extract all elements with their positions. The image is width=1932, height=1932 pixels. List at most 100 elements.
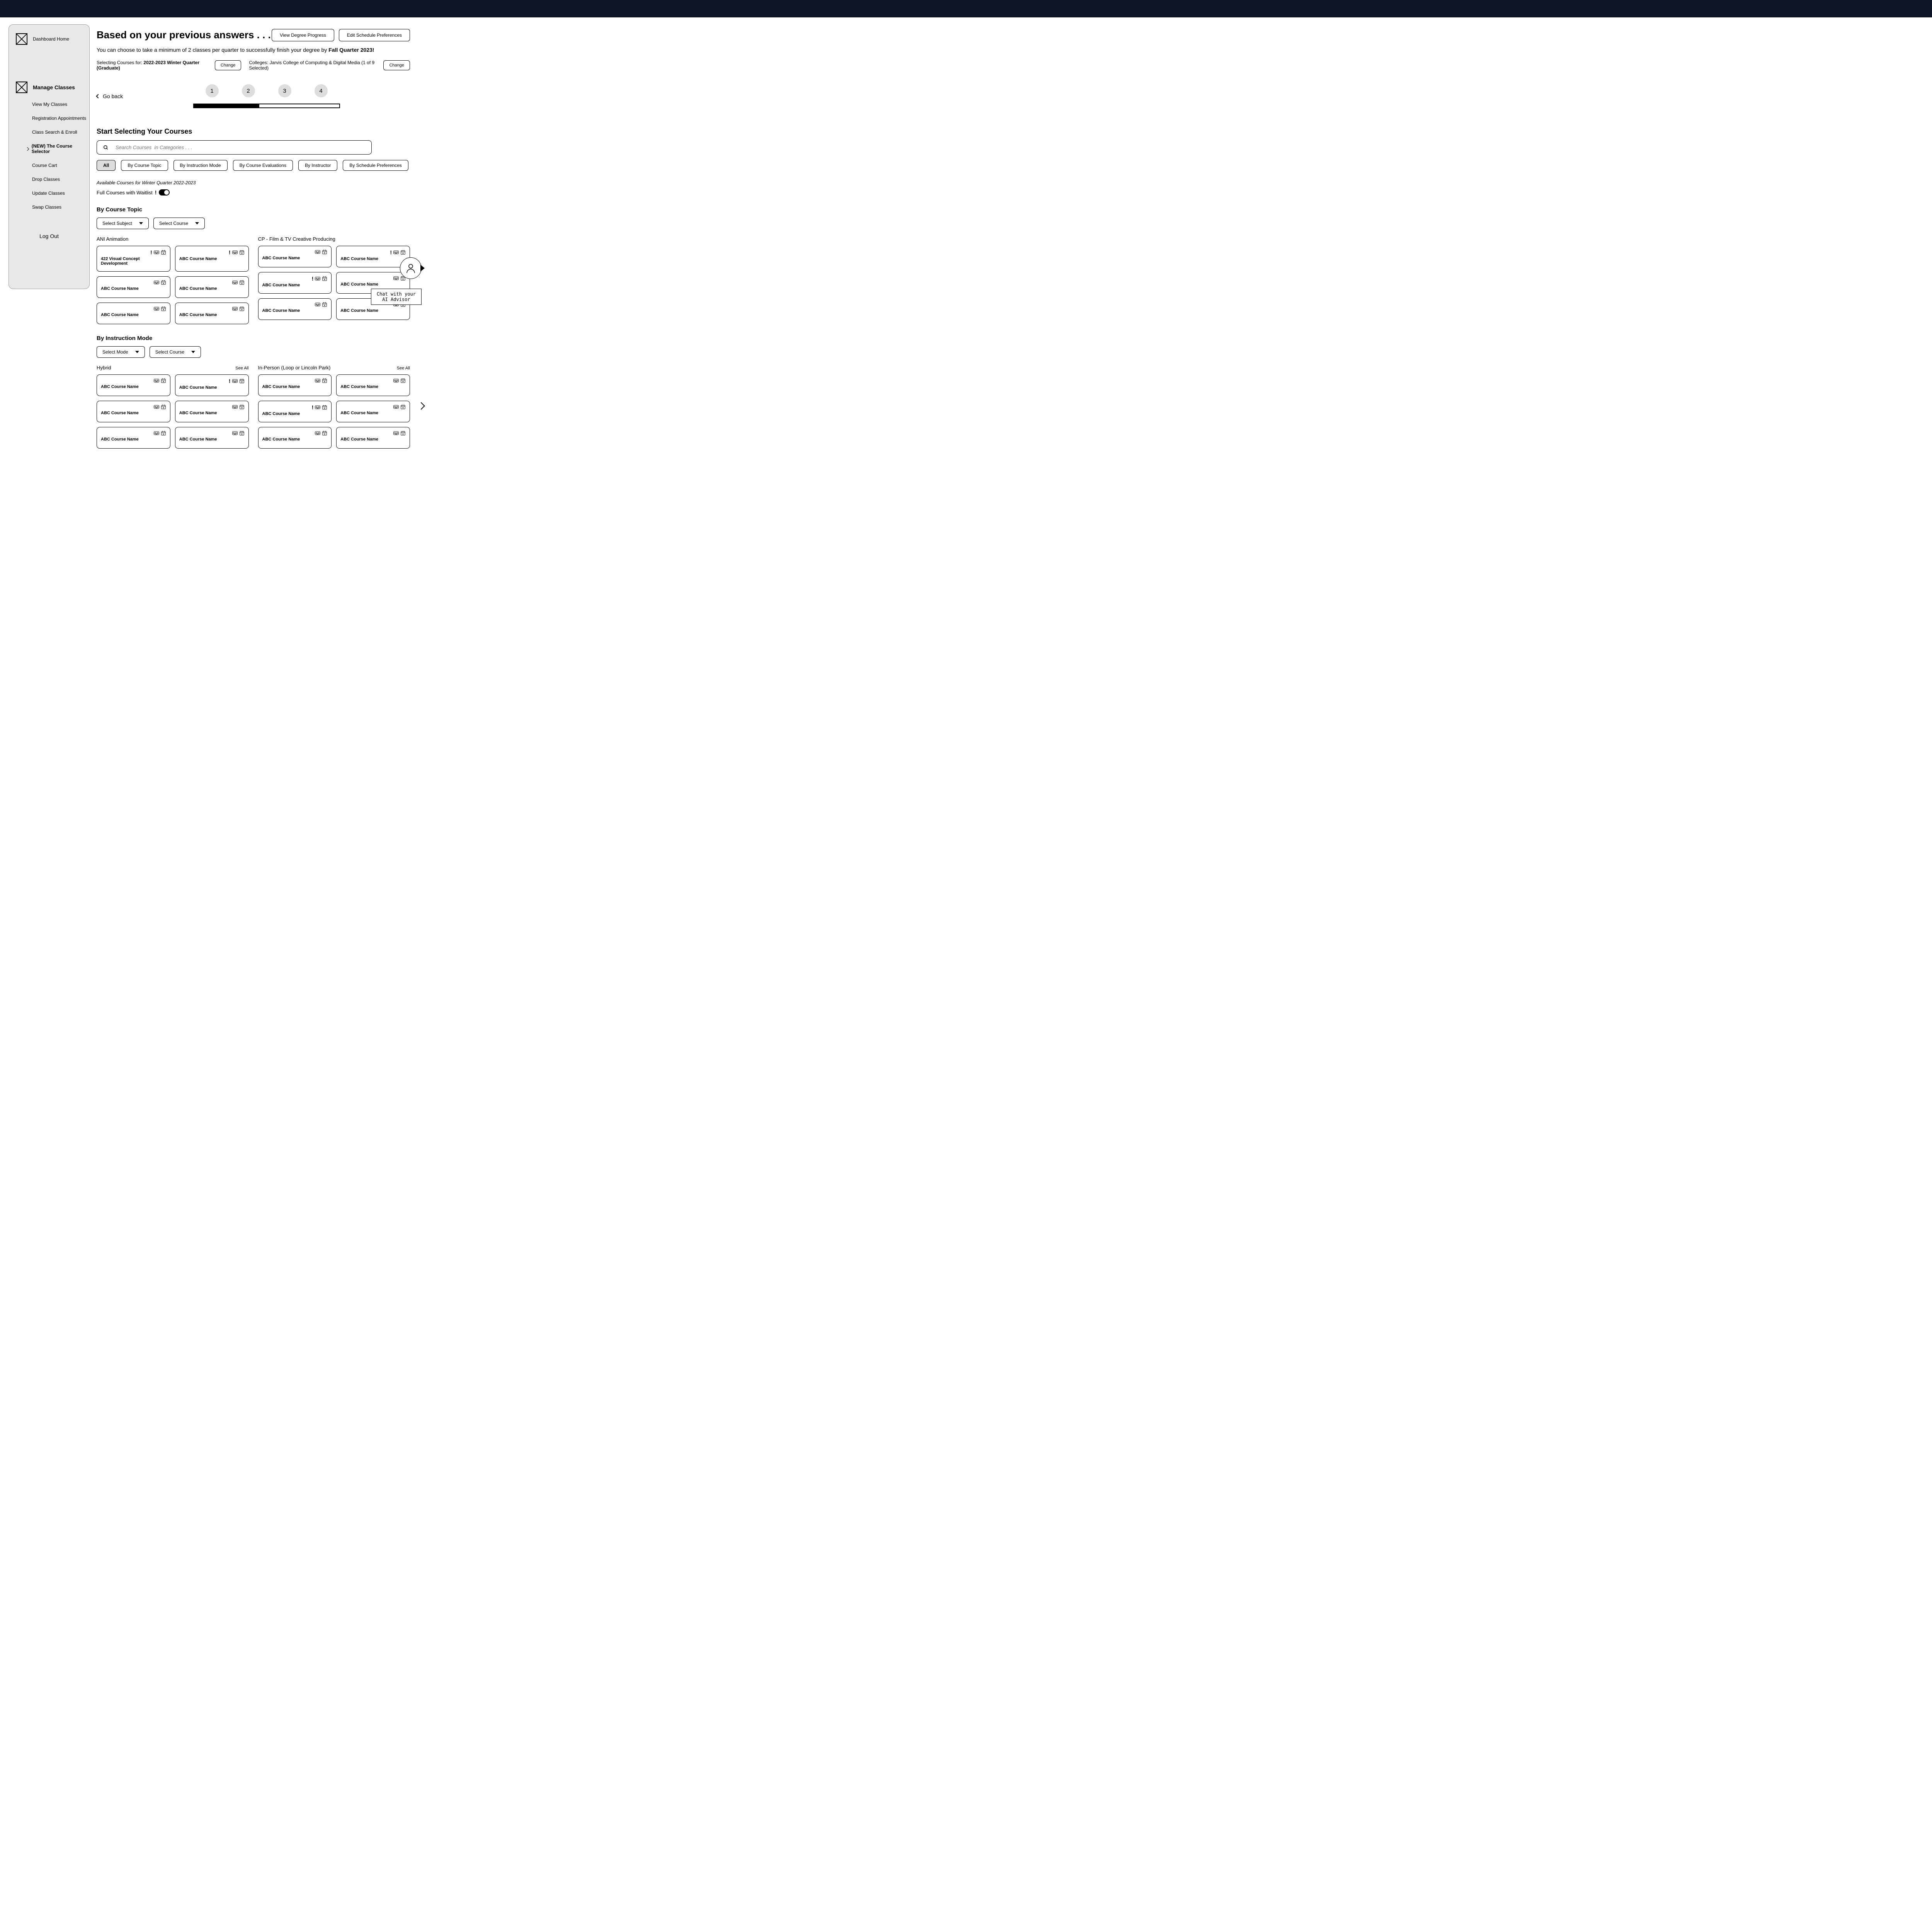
alert-icon: !	[312, 276, 314, 282]
see-all-link[interactable]: See All	[235, 366, 248, 371]
course-title: ABC Course Name	[101, 384, 166, 389]
next-arrow[interactable]	[418, 403, 424, 410]
progress-bar	[193, 104, 340, 108]
course-card[interactable]: ABC Course Name	[258, 246, 332, 267]
vr-icon	[232, 430, 238, 436]
calendar-add-icon	[322, 276, 327, 281]
chat-button[interactable]	[400, 257, 422, 279]
course-card[interactable]: ABC Course Name	[97, 374, 170, 396]
filter-schedule[interactable]: By Schedule Preferences	[343, 160, 408, 171]
mode-title: By Instruction Mode	[97, 335, 410, 342]
alert-icon: !	[312, 404, 314, 410]
selecting-for-label: Selecting Courses for: 2022-2023 Winter …	[97, 60, 207, 71]
vr-icon	[154, 250, 159, 255]
calendar-add-icon	[239, 404, 245, 410]
filter-mode[interactable]: By Instruction Mode	[173, 160, 228, 171]
available-label: Available Courses for Winter Quarter 202…	[97, 180, 410, 185]
vr-icon	[315, 430, 320, 436]
course-title: ABC Course Name	[179, 257, 245, 261]
step-3[interactable]: 3	[278, 84, 291, 97]
go-back-link[interactable]: Go back	[97, 93, 123, 99]
calendar-add-icon	[161, 250, 166, 255]
sidebar-sub-item[interactable]: Update Classes	[9, 190, 89, 196]
step-2[interactable]: 2	[242, 84, 255, 97]
change-college-button[interactable]: Change	[383, 60, 410, 70]
alert-icon: !	[155, 189, 157, 196]
course-card[interactable]: !ABC Course Name	[258, 272, 332, 294]
filter-evaluations[interactable]: By Course Evaluations	[233, 160, 293, 171]
filter-all[interactable]: All	[97, 160, 116, 171]
select-course-dropdown[interactable]: Select Course	[153, 218, 205, 229]
chevron-left-icon	[96, 94, 100, 98]
select-mode-dropdown[interactable]: Select Mode	[97, 346, 145, 358]
section-title: Start Selecting Your Courses	[97, 128, 410, 136]
main-content: Based on your previous answers . . . Vie…	[90, 17, 417, 464]
course-card[interactable]: ABC Course Name	[258, 298, 332, 320]
sidebar-sub-item[interactable]: Course Cart	[9, 163, 89, 168]
sidebar-sub-item[interactable]: View My Classes	[9, 102, 89, 107]
vr-icon	[315, 378, 320, 383]
course-card[interactable]: ABC Course Name	[97, 303, 170, 324]
course-card[interactable]: ABC Course Name	[258, 427, 332, 449]
course-card[interactable]: !ABC Course Name	[175, 374, 249, 396]
stepper: 1 2 3 4	[123, 84, 410, 108]
see-all-link[interactable]: See All	[397, 366, 410, 371]
col-title: Hybrid	[97, 365, 111, 371]
sidebar-sub-item[interactable]: Class Search & Enroll	[9, 129, 89, 135]
vr-icon	[393, 404, 399, 410]
course-card[interactable]: !ABC Course Name	[258, 401, 332, 422]
course-title: ABC Course Name	[340, 437, 406, 442]
sidebar-sub-item[interactable]: Drop Classes	[9, 177, 89, 182]
sidebar-sub-item[interactable]: Registration Appointments	[9, 116, 89, 121]
sidebar-sub-item-selected[interactable]: (NEW) The Course Selector	[9, 143, 89, 154]
waitlist-toggle[interactable]	[159, 189, 170, 196]
course-card[interactable]: ABC Course Name	[97, 276, 170, 298]
course-card[interactable]: ABC Course Name	[258, 374, 332, 396]
filter-topic[interactable]: By Course Topic	[121, 160, 168, 171]
vr-icon	[393, 430, 399, 436]
sidebar-sub-item[interactable]: Swap Classes	[9, 204, 89, 210]
course-title: ABC Course Name	[262, 437, 328, 442]
course-card[interactable]: ! ABC Course Name	[175, 246, 249, 272]
course-card[interactable]: ABC Course Name	[175, 427, 249, 449]
sidebar-label: Dashboard Home	[33, 36, 69, 42]
search-icon	[103, 145, 109, 150]
vr-icon	[154, 280, 159, 285]
course-card[interactable]: ABC Course Name	[97, 427, 170, 449]
vr-icon	[315, 249, 320, 255]
edit-schedule-preferences-button[interactable]: Edit Schedule Preferences	[339, 29, 410, 41]
course-card[interactable]: !422 Visual Concept Development	[97, 246, 170, 272]
course-card[interactable]: ABC Course Name	[175, 276, 249, 298]
alert-icon: !	[229, 378, 231, 384]
calendar-add-icon	[161, 378, 166, 383]
progress-fill	[194, 104, 259, 107]
alert-icon: !	[229, 249, 231, 255]
dropdown-icon	[139, 222, 143, 224]
vr-icon	[232, 280, 238, 285]
step-1[interactable]: 1	[206, 84, 219, 97]
course-card[interactable]: ABC Course Name	[336, 401, 410, 422]
change-term-button[interactable]: Change	[215, 60, 242, 70]
course-card[interactable]: ABC Course Name	[336, 374, 410, 396]
filter-instructor[interactable]: By Instructor	[298, 160, 337, 171]
view-degree-progress-button[interactable]: View Degree Progress	[272, 29, 334, 41]
calendar-add-icon	[161, 306, 166, 311]
select-subject-dropdown[interactable]: Select Subject	[97, 218, 149, 229]
course-title: ABC Course Name	[101, 411, 166, 415]
sidebar-item-home[interactable]: Dashboard Home	[9, 33, 89, 45]
vr-icon	[154, 430, 159, 436]
step-4[interactable]: 4	[315, 84, 328, 97]
select-course-dropdown[interactable]: Select Course	[150, 346, 201, 358]
logout-link[interactable]: Log Out	[9, 233, 89, 239]
vr-icon	[232, 306, 238, 311]
course-card[interactable]: ABC Course Name	[97, 401, 170, 422]
sidebar-item-manage[interactable]: Manage Classes	[9, 82, 89, 93]
search-box[interactable]	[97, 140, 372, 155]
course-card[interactable]: ABC Course Name	[175, 303, 249, 324]
course-title: 422 Visual Concept Development	[101, 257, 166, 266]
calendar-add-icon	[400, 404, 406, 410]
course-card[interactable]: ABC Course Name	[336, 427, 410, 449]
search-input[interactable]	[116, 145, 365, 150]
calendar-add-icon	[161, 430, 166, 436]
course-card[interactable]: ABC Course Name	[175, 401, 249, 422]
